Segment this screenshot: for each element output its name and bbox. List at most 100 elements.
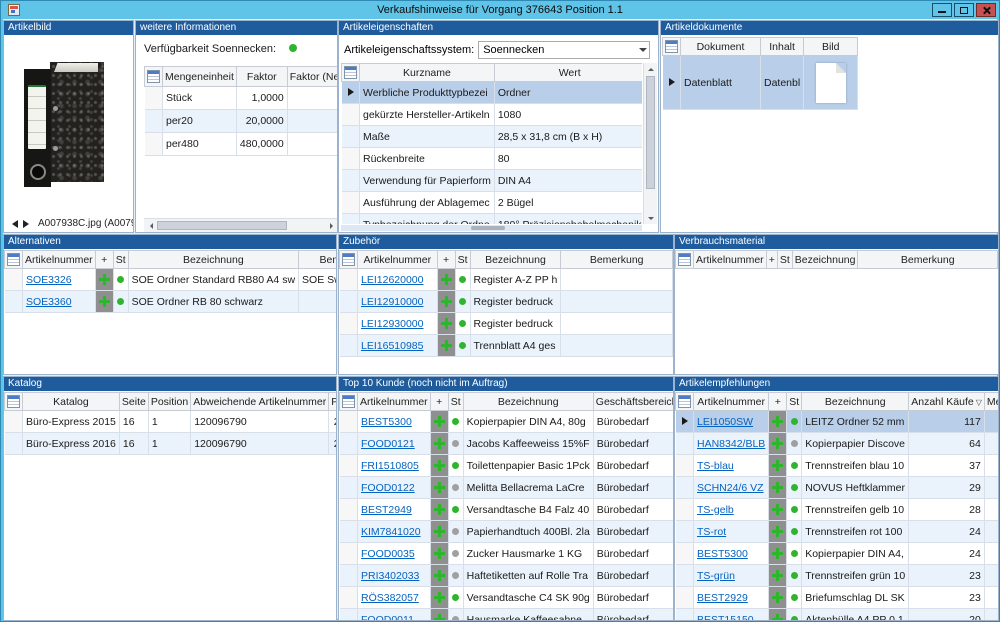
column-header[interactable]: Inhalt — [761, 38, 804, 56]
table-row[interactable]: BEST2949Versandtasche B4 Falz 40Bürobeda… — [340, 499, 674, 521]
thin-horizontal-scrollbar[interactable] — [341, 225, 642, 231]
article-number-link[interactable]: RÖS382057 — [361, 592, 419, 604]
grid-customize-icon[interactable] — [342, 395, 355, 408]
add-to-order-icon[interactable] — [434, 460, 445, 471]
table-row[interactable]: LEI1050SWLEITZ Ordner 52 mm1172.658,0008… — [676, 411, 999, 433]
column-header[interactable]: Faktor (Nenner) — [287, 67, 337, 87]
add-to-order-icon[interactable] — [772, 460, 783, 471]
close-button[interactable] — [976, 3, 996, 17]
column-header[interactable]: Artikelnummer — [358, 251, 438, 269]
scroll-left-icon[interactable] — [144, 219, 157, 232]
add-to-order-icon[interactable] — [434, 416, 445, 427]
vertical-scrollbar[interactable] — [643, 63, 657, 224]
table-row[interactable]: LEI12910000Register bedruck — [340, 291, 673, 313]
add-to-order-icon[interactable] — [434, 438, 445, 449]
article-number-link[interactable]: LEI12620000 — [361, 274, 423, 286]
maximize-button[interactable] — [954, 3, 974, 17]
table-row[interactable]: BEST5300Kopierpapier DIN A4, 80gBürobeda… — [340, 411, 674, 433]
table-row[interactable]: HAN8342/BLBKopierpapier Discove641.550,0… — [676, 433, 999, 455]
document-thumbnail-icon[interactable] — [816, 63, 846, 103]
article-number-link[interactable]: BEST5300 — [697, 548, 748, 560]
table-row[interactable]: Werbliche ProdukttypbezeiOrdner — [342, 82, 643, 104]
article-number-link[interactable]: LEI1050SW — [697, 416, 753, 428]
grid-customize-icon[interactable] — [7, 253, 20, 266]
article-number-link[interactable]: PRI3402033 — [361, 570, 419, 582]
article-number-link[interactable]: FOOD0035 — [361, 548, 415, 560]
table-row[interactable]: SOE3326SOE Ordner Standard RB80 A4 swSOE… — [5, 269, 337, 291]
article-number-link[interactable]: BEST15150 — [697, 614, 754, 621]
add-to-order-icon[interactable] — [99, 296, 110, 307]
column-header[interactable]: + — [766, 251, 777, 269]
column-header[interactable]: Artikelnummer — [694, 393, 769, 411]
table-row[interactable]: BEST15150Aktenhülle A4 PP 0,12043,0002.1… — [676, 609, 999, 621]
column-header[interactable]: Geschäftsbereich — [593, 393, 673, 411]
add-to-order-icon[interactable] — [772, 504, 783, 515]
add-to-order-icon[interactable] — [772, 614, 783, 620]
article-number-link[interactable]: SOE3326 — [26, 274, 72, 286]
next-image-button[interactable] — [23, 220, 33, 228]
table-row[interactable]: Typbezeichnung der Ordne180° Präzisionsh… — [342, 214, 643, 225]
column-header[interactable]: Bemerkung — [561, 251, 673, 269]
table-row[interactable]: FOOD0121Jacobs Kaffeeweiss 15%FBürobedar… — [340, 433, 674, 455]
table-row[interactable]: Stück1,0000100 — [145, 87, 338, 110]
prev-image-button[interactable] — [8, 220, 18, 228]
scrollbar-thumb[interactable] — [157, 221, 287, 230]
eigenschaftssystem-select[interactable]: Soennecken — [478, 41, 650, 59]
column-header[interactable]: Dokument — [681, 38, 761, 56]
article-number-link[interactable]: BEST2949 — [361, 504, 412, 516]
table-row[interactable]: per480480,0000100 — [145, 133, 338, 156]
column-header[interactable]: Bezeichnung — [470, 251, 561, 269]
add-to-order-icon[interactable] — [772, 416, 783, 427]
table-row[interactable]: FOOD0011Hausmarke KaffeesahneBürobedarf3… — [340, 609, 674, 621]
add-to-order-icon[interactable] — [772, 548, 783, 559]
article-number-link[interactable]: SOE3360 — [26, 296, 72, 308]
table-row[interactable]: LEI12620000Register A-Z PP h — [340, 269, 673, 291]
article-number-link[interactable]: FOOD0011 — [361, 614, 414, 621]
column-header[interactable]: Bezeichnung — [792, 251, 858, 269]
column-header[interactable]: St — [113, 251, 128, 269]
add-to-order-icon[interactable] — [434, 482, 445, 493]
column-header[interactable]: St — [787, 393, 802, 411]
table-row[interactable]: KIM7841020Papierhandtuch 400Bl. 2laBürob… — [340, 521, 674, 543]
scroll-right-icon[interactable] — [324, 219, 337, 232]
grid-customize-icon[interactable] — [342, 253, 355, 266]
column-header[interactable]: St — [455, 251, 470, 269]
table-row[interactable]: PRI3402033Haftetiketten auf Rolle TraBür… — [340, 565, 674, 587]
add-to-order-icon[interactable] — [772, 526, 783, 537]
add-to-order-icon[interactable] — [441, 340, 452, 351]
scroll-up-icon[interactable] — [644, 63, 657, 76]
table-row[interactable]: Rückenbreite80mm — [342, 148, 643, 170]
add-to-order-icon[interactable] — [434, 526, 445, 537]
column-header[interactable]: + — [769, 393, 787, 411]
table-row[interactable]: per2020,0000100 — [145, 110, 338, 133]
article-number-link[interactable]: TS-gelb — [697, 504, 734, 516]
column-header[interactable]: Seite — [119, 393, 148, 411]
column-header[interactable]: Artikelnummer — [694, 251, 767, 269]
article-number-link[interactable]: TS-grün — [697, 570, 735, 582]
article-number-link[interactable]: LEI12910000 — [361, 296, 423, 308]
add-to-order-icon[interactable] — [99, 274, 110, 285]
add-to-order-icon[interactable] — [434, 570, 445, 581]
add-to-order-icon[interactable] — [772, 482, 783, 493]
column-header[interactable]: Bezeichnung — [128, 251, 298, 269]
article-number-link[interactable]: BEST2929 — [697, 592, 748, 604]
add-to-order-icon[interactable] — [434, 614, 445, 620]
column-header[interactable]: + — [437, 251, 455, 269]
table-row[interactable]: TS-rotTrennstreifen rot 1002458,0008.12.… — [676, 521, 999, 543]
grid-customize-icon[interactable] — [665, 40, 678, 53]
article-number-link[interactable]: SCHN24/6 VZ — [697, 482, 764, 494]
column-header[interactable]: Wert — [494, 64, 642, 82]
column-header[interactable]: Bemerkung — [858, 251, 998, 269]
article-number-link[interactable]: KIM7841020 — [361, 526, 421, 538]
grid-customize-icon[interactable] — [678, 395, 691, 408]
add-to-order-icon[interactable] — [441, 318, 452, 329]
table-row[interactable]: Büro-Express 20151611200967902.59Kernsor… — [5, 411, 337, 433]
grid-customize-icon[interactable] — [147, 70, 160, 83]
column-header[interactable]: Preis — [329, 393, 336, 411]
scroll-down-icon[interactable] — [644, 211, 657, 224]
add-to-order-icon[interactable] — [434, 548, 445, 559]
column-header[interactable]: Mengeneinheit — [163, 67, 237, 87]
column-header[interactable]: Bezeichnung — [802, 393, 909, 411]
column-header[interactable]: Anzahl Käufe▽ — [909, 393, 985, 411]
column-header[interactable]: Position — [148, 393, 190, 411]
